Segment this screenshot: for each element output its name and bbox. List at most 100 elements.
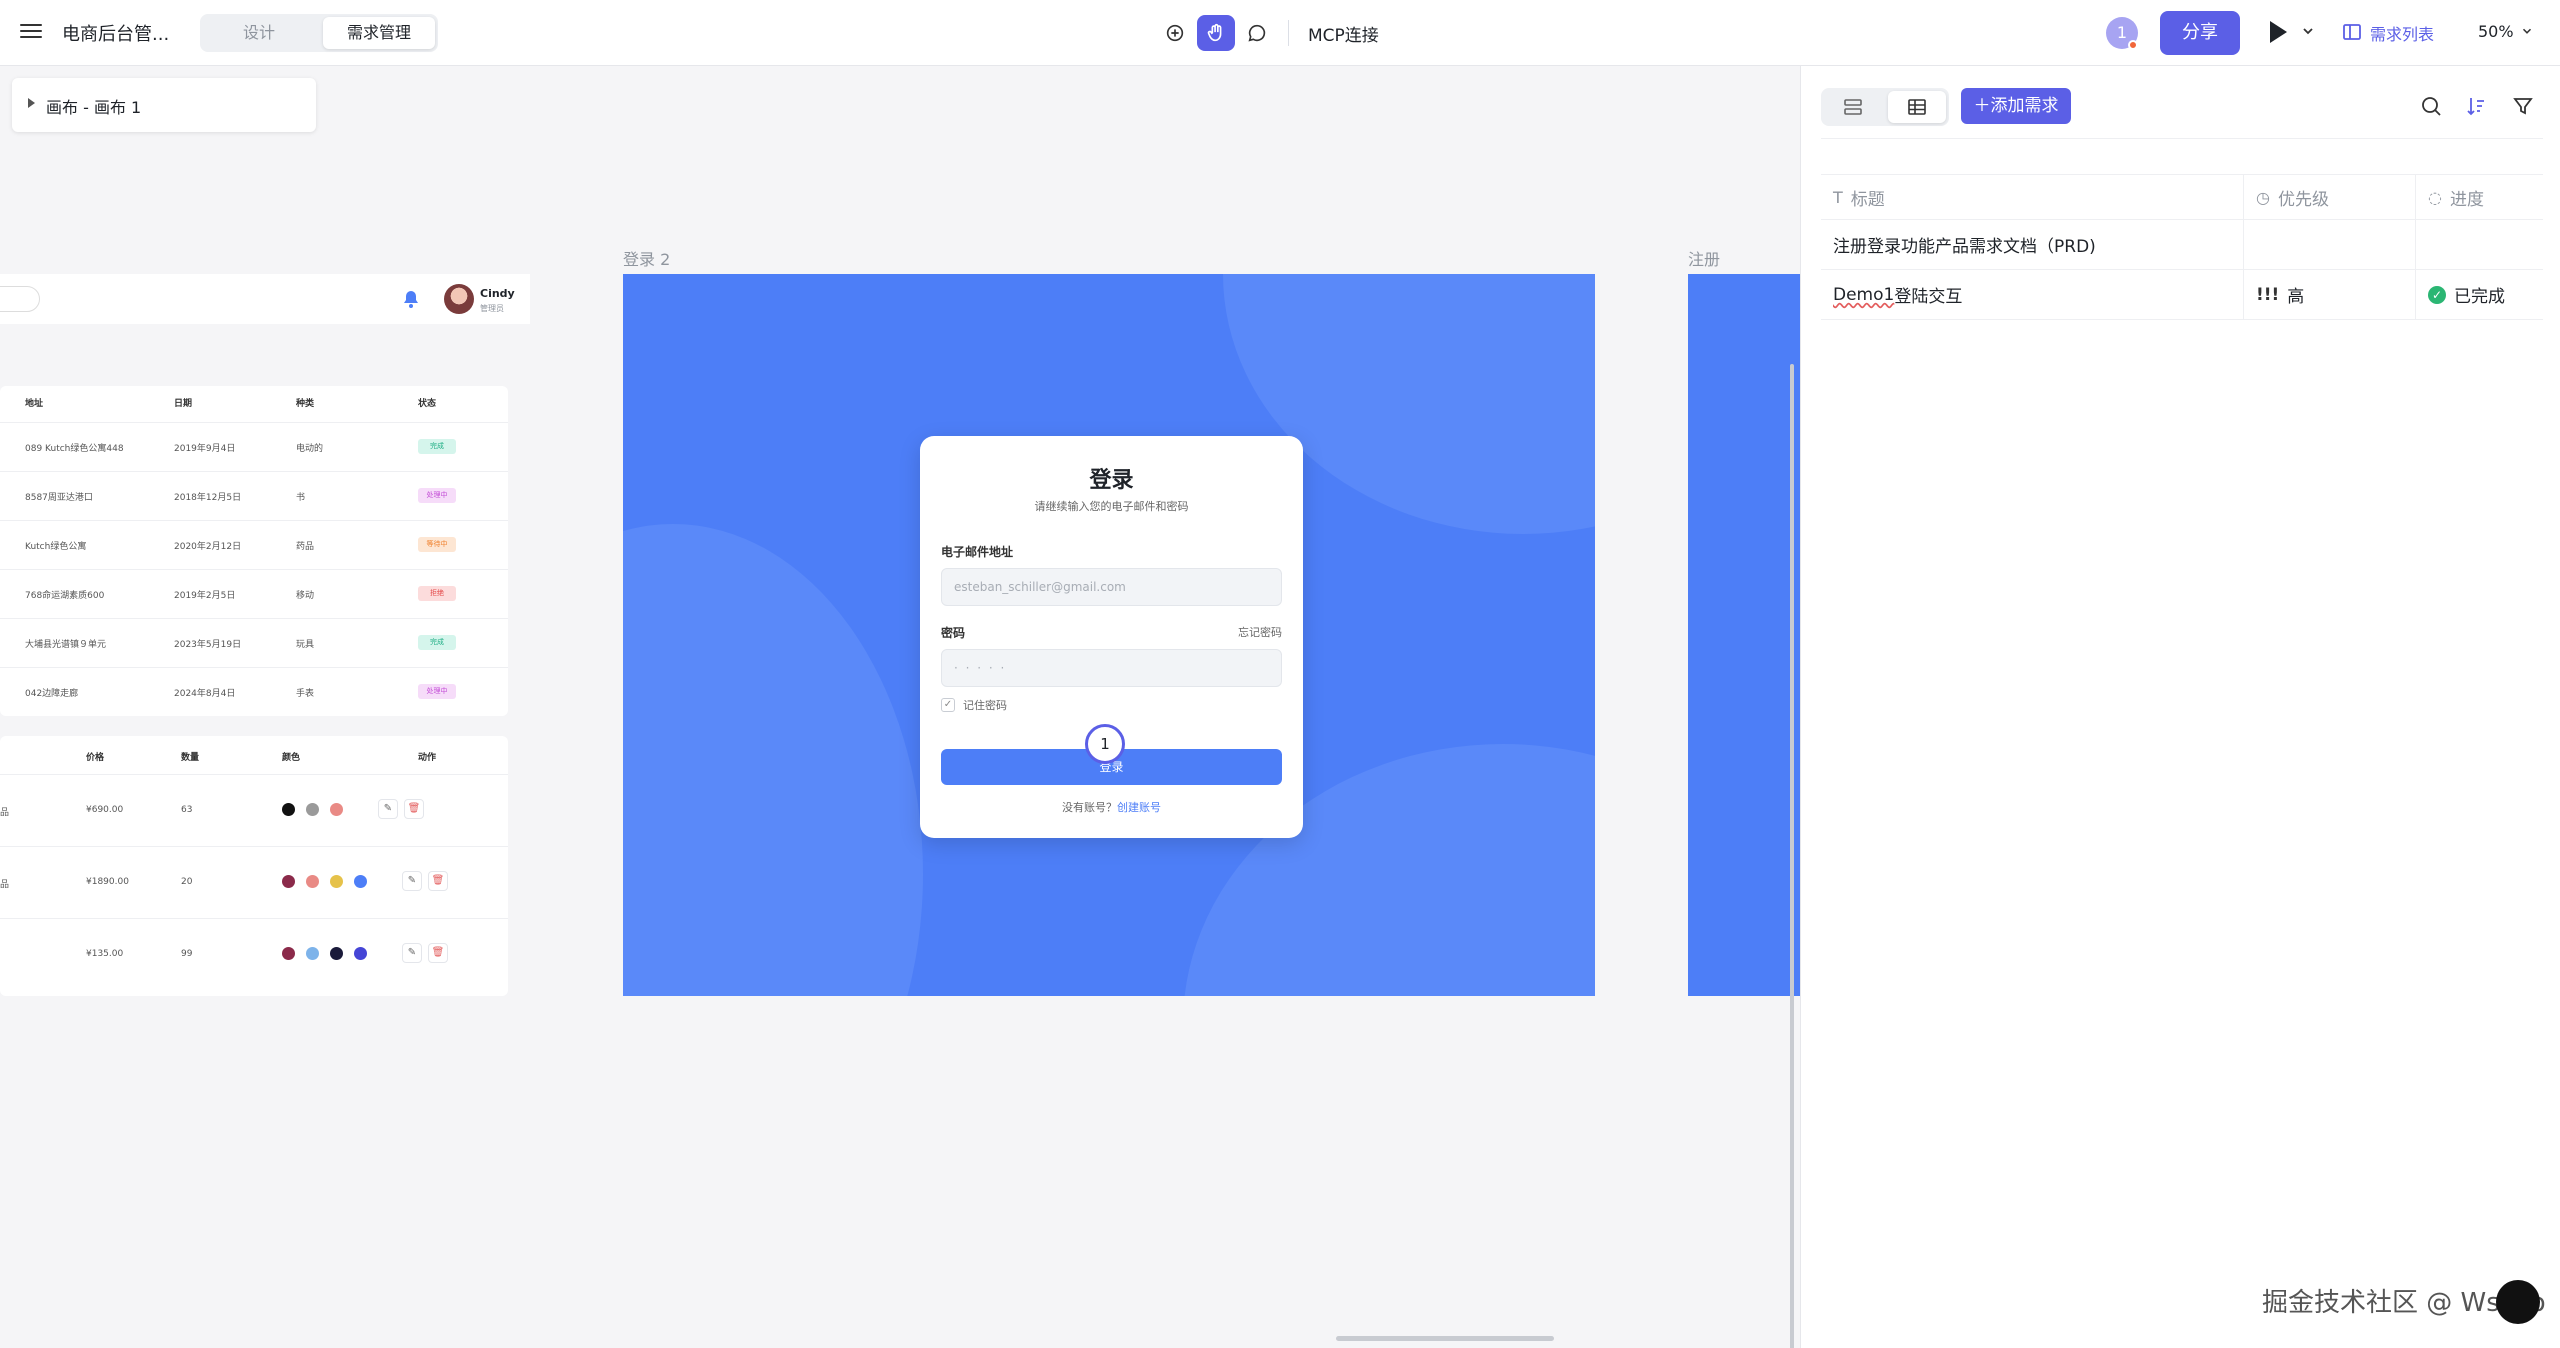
email-field[interactable]: esteban_schiller@gmail.com — [941, 568, 1282, 606]
edit-icon[interactable]: ✎ — [402, 943, 422, 963]
cell-type: 书 — [296, 493, 306, 503]
zoom-level[interactable]: 50% — [2478, 22, 2514, 41]
sort-icon[interactable] — [2465, 94, 2489, 118]
cell-name: 品 — [0, 808, 10, 818]
column-label: 进度 — [2449, 189, 2484, 210]
vertical-scrollbar[interactable] — [1790, 364, 1794, 1348]
cell-address: 768命运湖素质600 — [25, 591, 105, 601]
expand-caret-icon[interactable] — [28, 98, 35, 108]
login-frame[interactable]: 登录 请继续输入您的电子邮件和密码 电子邮件地址 esteban_schille… — [623, 274, 1595, 996]
column-header-title[interactable]: T 标题 — [1821, 175, 2243, 219]
comment-tool[interactable] — [1238, 15, 1276, 51]
password-field[interactable]: · · · · · — [941, 649, 1282, 687]
check-icon: ✓ — [2428, 285, 2446, 304]
column-header: 颜色 — [282, 753, 301, 763]
table-header: T 标题 ◷ 优先级 ◌ 进度 — [1821, 174, 2543, 220]
cell-date: 2020年2月12日 — [174, 542, 242, 552]
cell-qty: 63 — [181, 805, 193, 815]
table-view-icon — [1908, 99, 1926, 115]
status-badge: 拒绝 — [418, 586, 456, 601]
column-header-priority[interactable]: ◷ 优先级 — [2243, 175, 2415, 219]
layer-panel: 画布 - 画布 1 — [12, 78, 316, 132]
cell-type: 移动 — [296, 591, 315, 601]
table-row: 大埔县光谱镇９单元 2023年5月19日 玩具 完成 — [0, 618, 508, 667]
color-swatch — [306, 875, 319, 888]
mcp-connect[interactable]: MCP连接 — [1308, 21, 1379, 46]
add-requirement-button[interactable]: ＋添加需求 — [1961, 88, 2071, 124]
login-subtitle: 请继续输入您的电子邮件和密码 — [1034, 500, 1189, 513]
cell-price: ¥135.00 — [86, 949, 124, 959]
edit-icon[interactable]: ✎ — [402, 871, 422, 891]
cell-date: 2024年8月4日 — [174, 689, 236, 699]
column-header: 数量 — [181, 753, 200, 763]
register-frame[interactable] — [1688, 274, 1800, 996]
cell-name: 品 — [0, 880, 10, 890]
delete-icon[interactable]: 🗑 — [428, 871, 448, 891]
table-row: 品 ¥1890.00 20 ✎ 🗑 — [0, 846, 508, 918]
delete-icon[interactable]: 🗑 — [428, 943, 448, 963]
table-row: ¥135.00 99 ✎ 🗑 — [0, 918, 508, 990]
add-frame-icon — [1166, 24, 1184, 42]
password-label: 密码 — [941, 626, 966, 640]
bell-icon[interactable] — [403, 290, 419, 308]
chevron-down-icon[interactable] — [2520, 24, 2534, 38]
edit-icon[interactable]: ✎ — [378, 799, 398, 819]
list-view-icon — [1844, 99, 1862, 115]
comment-icon — [1248, 24, 1266, 42]
priority-mark: !!! — [2256, 284, 2280, 305]
frame-label-register[interactable]: 注册 — [1688, 246, 1720, 270]
progress-circle-icon: ◌ — [2428, 187, 2442, 207]
play-icon[interactable] — [2270, 21, 2287, 43]
create-account-link[interactable]: 创建账号 — [1117, 801, 1161, 814]
table-row: 768命运湖素质600 2019年2月5日 移动 拒绝 — [0, 569, 508, 618]
design-canvas[interactable]: 画布 - 画布 1 Cindy 管理员 地址 日期 种类 状态 089 Kutc… — [0, 66, 1800, 1348]
cell-title[interactable]: 注册登录功能产品需求文档（PRD) — [1821, 220, 2243, 269]
horizontal-scrollbar[interactable] — [1336, 1336, 1554, 1341]
add-frame-tool[interactable] — [1156, 15, 1194, 51]
panel-icon[interactable] — [2342, 22, 2362, 42]
frame-label-login[interactable]: 登录 2 — [623, 246, 670, 270]
tab-requirements[interactable]: 需求管理 — [323, 17, 435, 49]
requirement-list-toggle[interactable]: 需求列表 — [2370, 21, 2434, 45]
column-header-progress[interactable]: ◌ 进度 — [2415, 175, 2543, 219]
annotation-marker[interactable]: 1 — [1085, 724, 1125, 764]
color-swatch — [330, 803, 343, 816]
top-bar: 电商后台管... 设计 需求管理 MCP连接 1 分享 需求列表 50% — [0, 0, 2560, 66]
remember-checkbox[interactable]: ✓ — [941, 698, 955, 712]
cell-address: 大埔县光谱镇９单元 — [25, 640, 107, 650]
cell-title[interactable]: Demo1 登陆交互 — [1821, 270, 2243, 319]
cell-address: 8587周亚达港口 — [25, 493, 93, 503]
delete-icon[interactable]: 🗑 — [404, 799, 424, 819]
search-input[interactable] — [0, 286, 40, 312]
table-row[interactable]: Demo1 登陆交互 !!! 高 ✓ 已完成 — [1821, 270, 2543, 320]
list-view-button[interactable] — [1824, 91, 1882, 123]
table-row: Kutch绿色公寓 2020年2月12日 药品 等待中 — [0, 520, 508, 569]
hand-tool[interactable] — [1197, 15, 1235, 51]
share-button[interactable]: 分享 — [2160, 11, 2240, 55]
status-badge: 完成 — [418, 635, 456, 650]
chevron-down-icon[interactable] — [2300, 23, 2316, 39]
cell-address: 089 Kutch绿色公寓448 — [25, 444, 124, 454]
menu-icon[interactable] — [20, 20, 42, 42]
cell-priority[interactable]: !!! 高 — [2243, 270, 2415, 319]
tab-design[interactable]: 设计 — [203, 17, 315, 49]
table-row[interactable]: 注册登录功能产品需求文档（PRD) — [1821, 220, 2543, 270]
layer-item-canvas[interactable]: 画布 - 画布 1 — [46, 94, 141, 118]
forgot-password-link[interactable]: 忘记密码 — [1238, 624, 1282, 640]
cell-price: ¥1890.00 — [86, 877, 129, 887]
remember-label: 记住密码 — [963, 699, 1007, 712]
filter-icon[interactable] — [2511, 94, 2535, 118]
cell-progress[interactable]: ✓ 已完成 — [2415, 270, 2543, 319]
cell-progress[interactable] — [2415, 220, 2543, 269]
watermark-logo — [2496, 1280, 2540, 1324]
column-label: 标题 — [1850, 189, 1885, 210]
online-status-dot — [2128, 40, 2138, 50]
table-row: 8587周亚达港口 2018年12月5日 书 处理中 — [0, 471, 508, 520]
table-row: 089 Kutch绿色公寓448 2019年9月4日 电动的 完成 — [0, 422, 508, 471]
avatar[interactable] — [444, 284, 474, 314]
table-view-button[interactable] — [1888, 91, 1946, 123]
search-icon[interactable] — [2419, 94, 2443, 118]
app-title[interactable]: 电商后台管... — [62, 20, 169, 46]
cell-priority[interactable] — [2243, 220, 2415, 269]
text-type-icon: T — [1833, 187, 1843, 207]
